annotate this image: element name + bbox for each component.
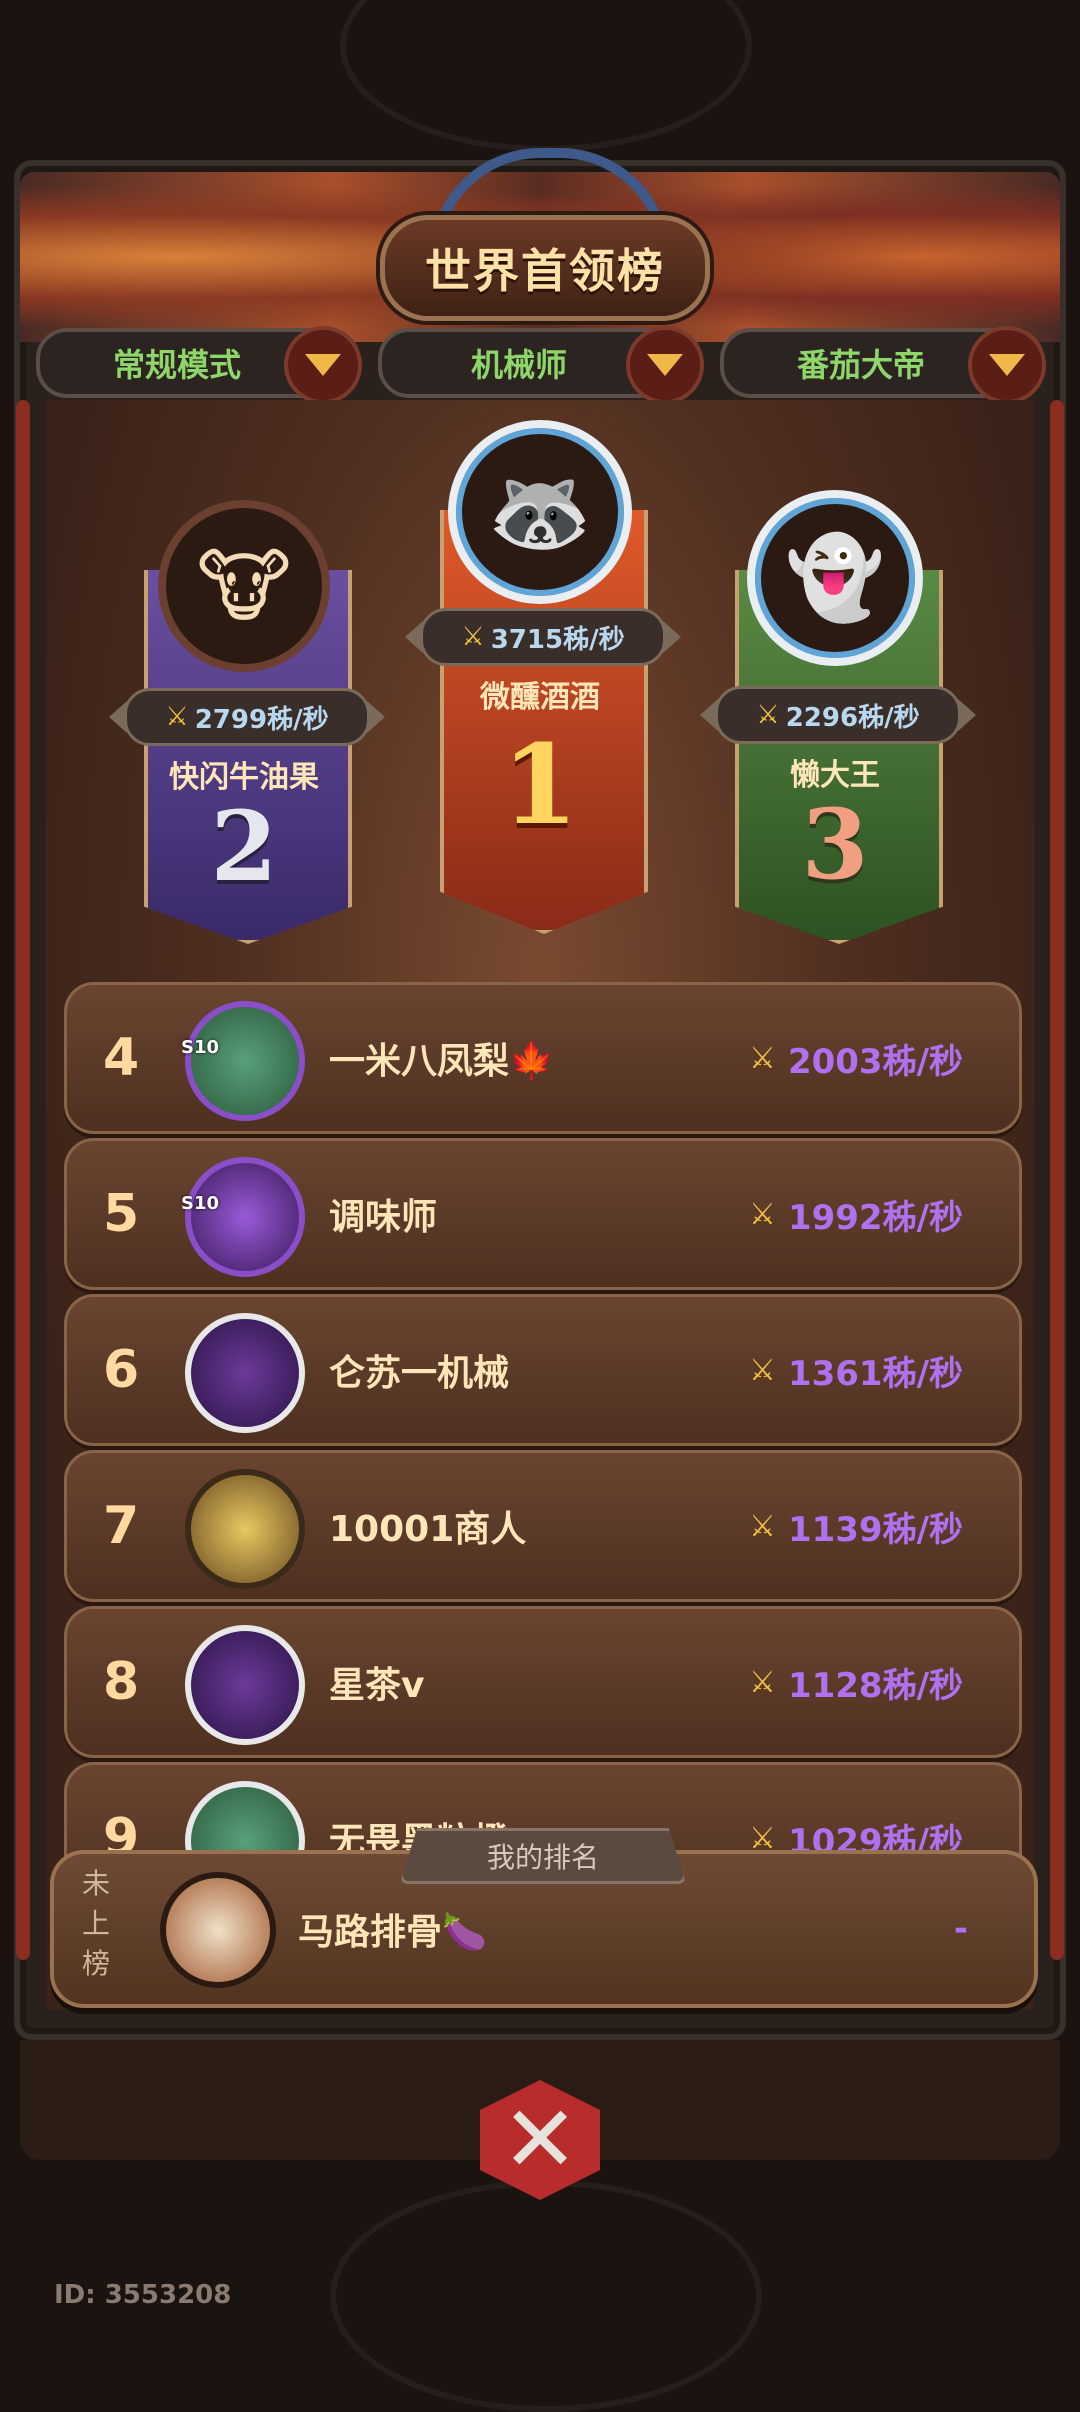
first-speed-pill: ⚔ 3715秭/秒 [405, 608, 681, 666]
row-speed-group: ⚔ 2003秭/秒 [749, 985, 963, 1131]
season-badge: S10 [181, 1193, 220, 1214]
crossed-swords-icon: ⚔ [749, 1196, 776, 1232]
close-x-icon: ✕ [501, 2086, 579, 2193]
background-ornament [330, 2180, 762, 2412]
crossed-swords-icon: ⚔ [165, 702, 189, 732]
row-speed: 1992秭/秒 [787, 1197, 963, 1238]
mode-filter-label: 常规模式 [112, 346, 241, 384]
third-speed-pill: ⚔ 2296秭/秒 [700, 686, 976, 744]
row-rank: 5 [103, 1184, 140, 1244]
leaderboard-row[interactable]: 6 仑苏一机械 ⚔ 1361秭/秒 [64, 1294, 1022, 1446]
right-side-bar [1050, 400, 1064, 1960]
row-name: 调味师 [329, 1197, 438, 1238]
row-name: 一米八凤梨🍁 [329, 1041, 554, 1082]
row-speed-group: ⚔ 1128秭/秒 [749, 1609, 963, 1755]
first-avatar: 🦝 [448, 420, 632, 604]
leaderboard-row[interactable]: 8 星茶v ⚔ 1128秭/秒 [64, 1606, 1022, 1758]
second-speed: 2799秭/秒 [194, 704, 329, 735]
ghost-avatar-icon: 👻 [785, 531, 885, 624]
row-speed: 2003秭/秒 [787, 1041, 963, 1082]
close-button[interactable]: ✕ [470, 2070, 610, 2210]
season-badge: S10 [181, 1037, 220, 1058]
row-speed-group: ⚔ 1992秭/秒 [749, 1141, 963, 1287]
second-avatar: 🐮 [158, 500, 330, 672]
third-rank: 3 [801, 788, 869, 901]
row-avatar [185, 1157, 305, 1277]
page-title: 世界首领榜 [425, 244, 665, 298]
crossed-swords-icon: ⚔ [749, 1352, 776, 1388]
class-filter[interactable]: 机械师 [378, 326, 704, 404]
close-hex: ✕ [480, 2080, 600, 2200]
background-ornament [340, 0, 752, 152]
leaderboard-row[interactable]: 4 S10 一米八凤梨🍁 ⚔ 2003秭/秒 [64, 982, 1022, 1134]
row-avatar [185, 1469, 305, 1589]
left-side-bar [16, 400, 30, 1960]
row-name: 10001商人 [329, 1509, 527, 1550]
row-rank: 8 [103, 1652, 140, 1712]
third-speed: 2296秭/秒 [785, 702, 920, 733]
first-name: 微醺酒酒 [480, 680, 600, 715]
leaderboard-row[interactable]: 7 10001商人 ⚔ 1139秭/秒 [64, 1450, 1022, 1602]
first-rank: 1 [501, 720, 579, 849]
row-speed: 1139秭/秒 [787, 1509, 963, 1550]
unranked-label: 未上榜 [81, 1867, 110, 1980]
dropdown-arrow-icon[interactable] [968, 326, 1046, 404]
row-avatar [185, 1001, 305, 1121]
mode-filter[interactable]: 常规模式 [36, 326, 362, 404]
user-id: ID: 3553208 [54, 2280, 232, 2310]
raccoon-avatar-icon: 🦝 [487, 462, 593, 561]
crossed-swords-icon: ⚔ [756, 700, 780, 730]
row-avatar [185, 1313, 305, 1433]
boss-filter[interactable]: 番茄大帝 [720, 326, 1046, 404]
second-rank: 2 [210, 790, 278, 903]
podium-first[interactable]: 🦝 ⚔ 3715秭/秒 微醺酒酒 1 [405, 420, 681, 934]
dropdown-arrow-icon[interactable] [284, 326, 362, 404]
row-speed-group: ⚔ 1361秭/秒 [749, 1297, 963, 1443]
second-speed-pill: ⚔ 2799秭/秒 [109, 688, 385, 746]
podium-second[interactable]: 🐮 ⚔ 2799秭/秒 快闪牛油果 2 [109, 500, 385, 944]
class-filter-label: 机械师 [470, 346, 567, 384]
boss-filter-label: 番茄大帝 [796, 346, 925, 384]
title-plaque: 世界首领榜 [380, 215, 710, 321]
first-speed: 3715秭/秒 [490, 624, 625, 655]
crossed-swords-icon: ⚔ [749, 1664, 776, 1700]
dropdown-arrow-icon[interactable] [626, 326, 704, 404]
row-speed-group: ⚔ 1139秭/秒 [749, 1453, 963, 1599]
crossed-swords-icon: ⚔ [749, 1508, 776, 1544]
crossed-swords-icon: ⚔ [461, 622, 485, 652]
cow-avatar-icon: 🐮 [196, 539, 292, 633]
row-name: 仑苏一机械 [329, 1353, 510, 1394]
row-avatar [185, 1625, 305, 1745]
filter-bar: 常规模式 机械师 番茄大帝 [36, 326, 1046, 404]
leaderboard-row[interactable]: 5 S10 调味师 ⚔ 1992秭/秒 [64, 1138, 1022, 1290]
my-avatar [160, 1872, 276, 1988]
row-rank: 4 [103, 1028, 140, 1088]
row-name: 星茶v [329, 1665, 425, 1706]
my-rank-tab: 我的排名 [400, 1828, 686, 1884]
row-rank: 7 [103, 1496, 140, 1556]
my-value: - [953, 1909, 968, 1949]
row-speed: 1128秭/秒 [787, 1665, 963, 1706]
podium-third[interactable]: 👻 ⚔ 2296秭/秒 懒大王 3 [700, 490, 976, 944]
row-rank: 6 [103, 1340, 140, 1400]
crossed-swords-icon: ⚔ [749, 1040, 776, 1076]
row-speed: 1361秭/秒 [787, 1353, 963, 1394]
third-avatar: 👻 [747, 490, 923, 666]
